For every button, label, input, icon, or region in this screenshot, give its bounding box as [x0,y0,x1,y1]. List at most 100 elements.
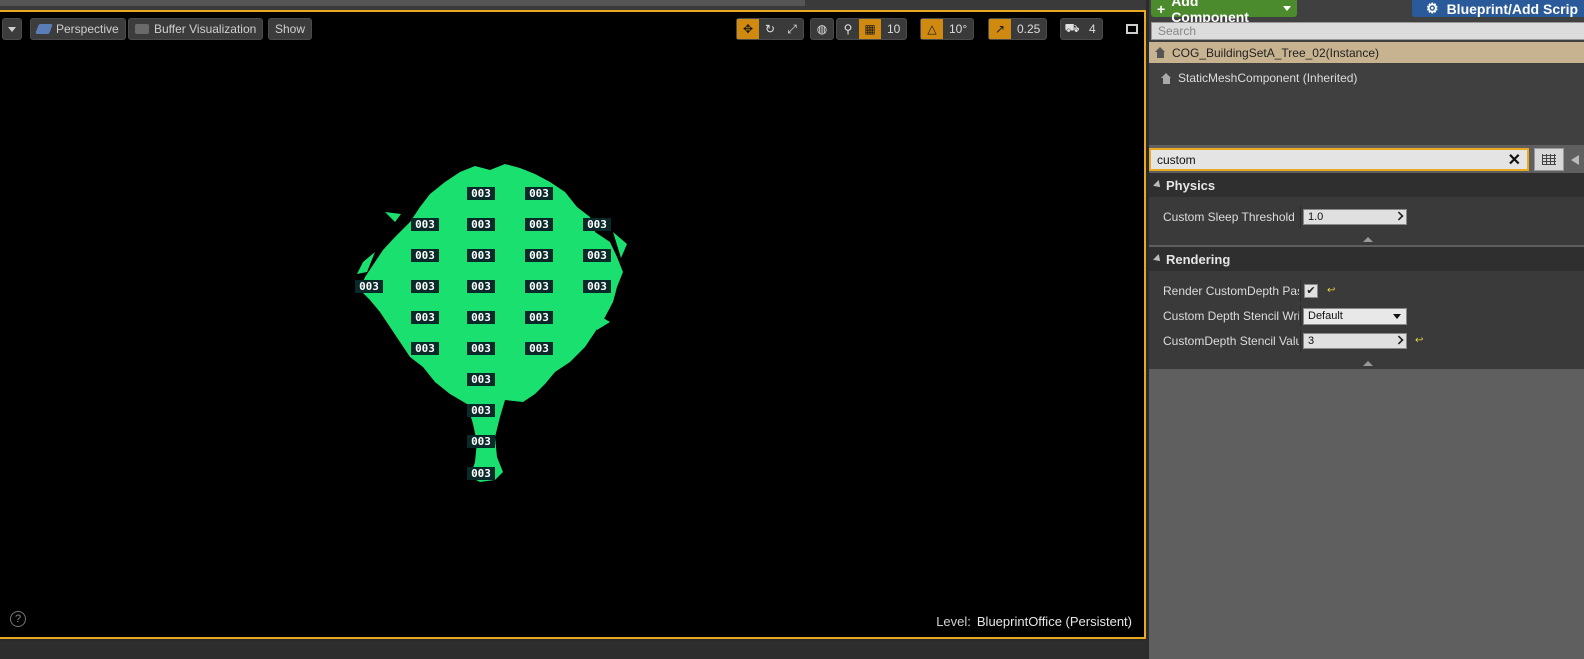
sleep-threshold-row: Custom Sleep Threshold M 1.0 [1149,206,1584,228]
rotation-snap-value[interactable]: 10° [943,22,973,36]
grid-icon [1542,154,1556,165]
stencil-label: 003 [525,342,553,355]
stencil-label: 003 [467,435,495,448]
reset-to-default-icon[interactable]: ↩ [1415,336,1425,346]
stencil-label: 003 [467,218,495,231]
stencil-write-dropdown[interactable]: Default [1303,308,1407,325]
home-icon [1161,72,1172,84]
rendering-category-body: Render CustomDepth Pass ✔ ↩ Custom Depth… [1149,271,1584,357]
grid-snap-icon[interactable]: ▦ [859,19,881,39]
stencil-label: 003 [525,280,553,293]
maximize-icon[interactable] [1126,24,1138,34]
sleep-threshold-label: Custom Sleep Threshold M [1163,210,1299,224]
column-divider[interactable] [1300,206,1301,228]
close-icon[interactable]: ✕ [1508,150,1521,170]
grid-snap-group: ⚲ ▦ 10 [836,18,908,40]
stencil-value-row: CustomDepth Stencil Value 3 ↩ [1149,330,1584,352]
chevron-down-icon [8,26,16,32]
perspective-button[interactable]: Perspective [30,18,126,40]
component-instance-row[interactable]: COG_BuildingSetA_Tree_02(Instance) [1149,42,1584,63]
stencil-label: 003 [583,249,611,262]
buffer-visualization-label: Buffer Visualization [154,22,257,36]
stencil-label: 003 [467,342,495,355]
physics-category-body: Custom Sleep Threshold M 1.0 [1149,197,1584,233]
stencil-label: 003 [467,373,495,386]
sleep-threshold-field[interactable]: 1.0 [1303,209,1407,225]
rendering-advanced-toggle[interactable] [1149,357,1584,369]
show-button[interactable]: Show [268,18,313,40]
scale-snap-icon[interactable]: ↗ [989,19,1011,39]
stencil-write-label: Custom Depth Stencil Write [1163,309,1299,323]
transform-tools: ✥ ↻ ⤢ [736,18,804,40]
stencil-label: 003 [411,342,439,355]
stencil-overlay: 003 003 003 003 003 003 003 003 003 003 003 003 003 0… [355,162,635,492]
view-options-icon[interactable] [1569,152,1584,168]
drag-arrow-icon [1394,211,1404,221]
viewport-options-button[interactable] [2,18,22,40]
level-value: BlueprintOffice (Persistent) [976,614,1132,629]
viewport-bottom-bar [0,641,1146,659]
stencil-label: 003 [525,249,553,262]
stencil-label: 003 [411,311,439,324]
reset-to-default-icon[interactable]: ↩ [1327,286,1337,296]
rotation-snap-icon[interactable]: △ [921,19,943,39]
grid-snap-value[interactable]: 10 [881,22,906,36]
details-panel: + Add Component ⚙ Blueprint/Add Scrip Se… [1146,0,1584,659]
stencil-value: 3 [1308,335,1315,347]
surface-snap-icon[interactable]: ⚲ [837,19,859,39]
stencil-value-field[interactable]: 3 [1303,333,1407,349]
chevron-down-icon [1393,314,1401,319]
collapse-arrow-icon [1363,360,1373,366]
level-prefix: Level: [936,614,971,629]
rendering-category-header[interactable]: Rendering [1149,247,1584,271]
physics-category-header[interactable]: Physics [1149,173,1584,197]
component-search-input[interactable]: Search [1151,22,1584,40]
camera-speed-icon[interactable]: ⛟ [1061,19,1083,39]
plus-icon: + [1157,0,1166,17]
property-matrix-button[interactable] [1534,148,1564,171]
stencil-label: 003 [467,249,495,262]
stencil-write-row: Custom Depth Stencil Write Default [1149,305,1584,327]
scale-snap-value[interactable]: 0.25 [1011,22,1046,36]
world-icon[interactable]: ◍ [811,19,833,39]
gear-icon: ⚙ [1426,0,1439,16]
rotation-snap-group: △ 10° [920,18,975,40]
column-divider[interactable] [1300,305,1301,327]
translate-icon[interactable]: ✥ [737,19,759,39]
stencil-label: 003 [467,311,495,324]
tree-mesh[interactable]: 003 003 003 003 003 003 003 003 003 003 003 003 003 0… [355,162,635,492]
stencil-label: 003 [525,311,553,324]
stencil-label: 003 [411,280,439,293]
chevron-down-icon [1283,6,1291,11]
perspective-icon [35,24,53,34]
stencil-label: 003 [411,218,439,231]
blueprint-add-script-button[interactable]: ⚙ Blueprint/Add Scrip [1412,0,1584,17]
drag-arrow-icon [1394,335,1404,345]
stencil-label: 003 [467,187,495,200]
physics-title: Physics [1166,177,1216,193]
rotate-icon[interactable]: ↻ [759,19,781,39]
camera-speed-value[interactable]: 4 [1083,22,1102,36]
instance-label: COG_BuildingSetA_Tree_02(Instance) [1172,45,1379,60]
blueprint-label: Blueprint/Add Scrip [1446,0,1579,17]
home-icon [1155,47,1166,58]
details-search-input[interactable]: custom ✕ [1149,148,1529,171]
stencil-label: 003 [525,187,553,200]
component-inherited-row[interactable]: StaticMeshComponent (Inherited) [1161,69,1357,87]
stencil-value-label: CustomDepth Stencil Value [1163,334,1299,348]
scale-icon[interactable]: ⤢ [781,19,803,39]
level-viewport[interactable]: Perspective Buffer Visualization Show ✥ … [0,10,1146,639]
buffer-visualization-button[interactable]: Buffer Visualization [128,18,264,40]
collapse-arrow-icon [1363,236,1373,242]
add-component-button[interactable]: + Add Component [1151,0,1297,25]
physics-advanced-toggle[interactable] [1149,233,1584,245]
column-divider[interactable] [1300,280,1301,302]
help-icon[interactable]: ? [10,611,26,627]
inherited-label: StaticMeshComponent (Inherited) [1178,71,1358,85]
scale-snap-group: ↗ 0.25 [988,18,1048,40]
expand-arrow-icon [1153,180,1163,190]
sleep-threshold-value: 1.0 [1308,211,1324,223]
column-divider[interactable] [1300,330,1301,352]
render-custom-depth-checkbox[interactable]: ✔ [1304,284,1318,298]
rendering-title: Rendering [1166,251,1231,267]
